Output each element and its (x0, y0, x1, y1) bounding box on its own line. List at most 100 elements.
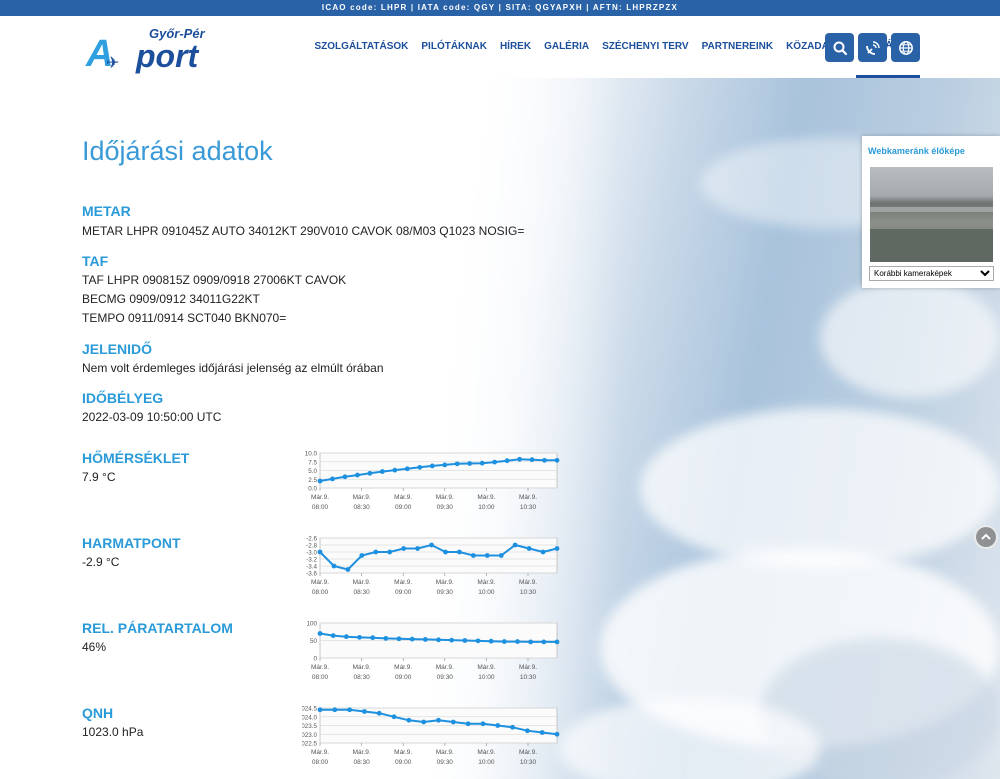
data-point[interactable] (355, 472, 360, 478)
y-tick-label: -3.6 (306, 571, 317, 578)
data-point[interactable] (467, 461, 473, 466)
data-point[interactable] (409, 636, 415, 642)
y-tick-label: 10.0 (305, 451, 318, 458)
data-point[interactable] (406, 717, 412, 723)
data-point[interactable] (541, 639, 547, 645)
x-tick-label: 08:30 (353, 759, 370, 766)
data-point[interactable] (515, 639, 520, 644)
data-point[interactable] (387, 549, 393, 555)
data-point[interactable] (510, 724, 515, 730)
data-point[interactable] (498, 553, 504, 558)
nav-hirek[interactable]: HÍREK (493, 16, 537, 78)
data-point[interactable] (417, 464, 423, 470)
data-point[interactable] (479, 460, 485, 466)
data-point[interactable] (401, 546, 407, 551)
humidity-value: 46% (82, 640, 107, 654)
data-point[interactable] (540, 549, 546, 555)
data-point[interactable] (554, 457, 560, 463)
data-point[interactable] (529, 457, 535, 463)
data-point[interactable] (359, 553, 365, 558)
scroll-to-top-button[interactable] (974, 525, 998, 549)
data-point[interactable] (539, 730, 545, 735)
data-point[interactable] (429, 542, 434, 548)
data-point[interactable] (449, 637, 455, 643)
data-point[interactable] (343, 634, 349, 640)
data-point[interactable] (436, 717, 441, 723)
data-point[interactable] (317, 707, 323, 713)
nav-szechenyi-terv[interactable]: SZÉCHENYI TERV (596, 16, 696, 78)
nav-galeria[interactable]: GALÉRIA (538, 16, 596, 78)
nav-pilotaknak[interactable]: PILÓTÁKNAK (415, 16, 494, 78)
data-point[interactable] (484, 553, 490, 558)
data-point[interactable] (517, 456, 522, 462)
data-point[interactable] (504, 458, 510, 464)
data-point[interactable] (332, 707, 338, 713)
data-point[interactable] (492, 459, 498, 465)
data-point[interactable] (475, 638, 481, 644)
data-point[interactable] (347, 707, 353, 713)
data-point[interactable] (465, 721, 471, 727)
data-point[interactable] (383, 636, 389, 641)
data-point[interactable] (488, 638, 494, 644)
data-point[interactable] (345, 567, 351, 572)
data-point[interactable] (554, 546, 560, 551)
data-point[interactable] (330, 476, 335, 482)
data-point[interactable] (370, 635, 376, 641)
data-point[interactable] (422, 637, 428, 642)
data-point[interactable] (442, 462, 448, 468)
data-point[interactable] (542, 457, 547, 463)
data-point[interactable] (415, 546, 420, 551)
data-point[interactable] (524, 728, 530, 734)
nav-partnereink[interactable]: PARTNEREINK (695, 16, 779, 78)
data-point[interactable] (512, 542, 518, 548)
data-point[interactable] (443, 549, 448, 555)
data-point[interactable] (357, 634, 362, 640)
y-tick-label: -2.6 (306, 536, 317, 543)
data-point[interactable] (554, 731, 560, 737)
data-point[interactable] (342, 474, 348, 480)
data-point[interactable] (421, 719, 427, 725)
search-button[interactable] (825, 33, 854, 62)
airplane-icon: ✈ (106, 55, 120, 72)
data-point[interactable] (317, 478, 323, 484)
x-tick-label: 09:00 (395, 504, 412, 511)
y-tick-label: -2.8 (306, 543, 317, 550)
data-point[interactable] (379, 469, 385, 474)
data-point[interactable] (404, 466, 410, 472)
data-point[interactable] (362, 709, 367, 714)
data-point[interactable] (501, 639, 507, 644)
nav-szolgaltatasok[interactable]: SZOLGÁLTATÁSOK (308, 16, 415, 78)
data-point[interactable] (462, 638, 468, 643)
x-tick-label: Már.9. (311, 749, 329, 756)
data-point[interactable] (367, 470, 373, 476)
data-point[interactable] (436, 637, 441, 643)
data-point[interactable] (391, 714, 397, 720)
webcam-image[interactable] (870, 167, 993, 262)
data-point[interactable] (331, 563, 337, 569)
data-point[interactable] (526, 546, 532, 551)
x-tick-label: 09:00 (395, 674, 412, 681)
airport-logo[interactable]: Győr-Pér A ✈ port (84, 26, 214, 73)
data-point[interactable] (554, 639, 560, 645)
data-point[interactable] (317, 631, 323, 636)
data-point[interactable] (470, 553, 476, 558)
data-point[interactable] (373, 549, 379, 555)
data-point[interactable] (454, 461, 460, 467)
data-point[interactable] (330, 633, 336, 638)
data-point[interactable] (457, 549, 462, 555)
data-point[interactable] (317, 549, 323, 555)
data-point[interactable] (429, 463, 435, 469)
data-point[interactable] (396, 636, 402, 642)
data-point[interactable] (528, 639, 534, 645)
x-tick-label: Már.9. (519, 494, 537, 501)
data-point[interactable] (480, 721, 486, 727)
previous-camera-images-select[interactable]: Korábbi kameraképek (869, 266, 994, 281)
x-tick-label: Már.9. (477, 579, 495, 586)
data-point[interactable] (450, 719, 456, 725)
data-point[interactable] (495, 723, 501, 728)
data-point[interactable] (392, 467, 398, 473)
radio-tower-button[interactable] (858, 33, 887, 62)
data-point[interactable] (376, 710, 382, 716)
x-tick-label: 09:30 (437, 674, 454, 681)
language-button[interactable] (891, 33, 920, 62)
